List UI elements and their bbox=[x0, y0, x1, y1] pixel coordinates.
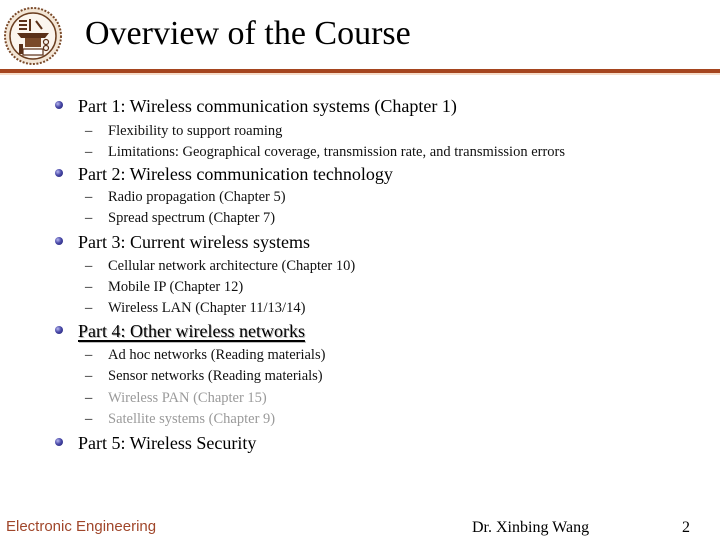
dash-icon: – bbox=[85, 279, 93, 295]
dash-icon: – bbox=[85, 210, 93, 226]
section-heading: Part 5: Wireless Security bbox=[78, 433, 257, 453]
dash-icon: – bbox=[85, 368, 93, 384]
bullet-icon bbox=[55, 438, 63, 446]
dash-icon: – bbox=[85, 123, 93, 139]
university-seal-icon bbox=[4, 7, 62, 65]
dash-icon: – bbox=[85, 390, 93, 406]
section-heading: Part 2: Wireless communication technolog… bbox=[78, 164, 393, 184]
footer-author: Dr. Xinbing Wang bbox=[472, 519, 590, 536]
dash-icon: – bbox=[85, 144, 93, 160]
list-item: Sensor networks (Reading materials) bbox=[108, 368, 323, 384]
title-divider-shadow bbox=[0, 73, 720, 75]
slide-title: Overview of the Course bbox=[85, 15, 411, 52]
section-heading: Part 1: Wireless communication systems (… bbox=[78, 96, 457, 116]
list-item: Cellular network architecture (Chapter 1… bbox=[108, 258, 356, 274]
list-item-dimmed: Satellite systems (Chapter 9) bbox=[108, 411, 276, 427]
dash-icon: – bbox=[85, 189, 93, 205]
section-heading: Part 3: Current wireless systems bbox=[78, 232, 310, 252]
footer-department: Electronic Engineering bbox=[6, 518, 157, 535]
dash-icon: – bbox=[85, 411, 93, 427]
list-item: Mobile IP (Chapter 12) bbox=[108, 279, 244, 295]
list-item-dimmed: Wireless PAN (Chapter 15) bbox=[108, 390, 267, 406]
section-heading-highlighted: Part 4: Other wireless networks bbox=[78, 321, 305, 341]
list-item: Radio propagation (Chapter 5) bbox=[108, 189, 286, 205]
list-item: Ad hoc networks (Reading materials) bbox=[108, 347, 326, 363]
list-item: Flexibility to support roaming bbox=[108, 123, 283, 139]
bullet-icon bbox=[55, 101, 63, 109]
bullet-icon bbox=[55, 237, 63, 245]
list-item: Wireless LAN (Chapter 11/13/14) bbox=[108, 300, 306, 316]
list-item: Limitations: Geographical coverage, tran… bbox=[108, 144, 566, 160]
page-number: 2 bbox=[682, 519, 690, 536]
dash-icon: – bbox=[85, 300, 93, 316]
dash-icon: – bbox=[85, 347, 93, 363]
dash-icon: – bbox=[85, 258, 93, 274]
list-item: Spread spectrum (Chapter 7) bbox=[108, 210, 276, 226]
bullet-icon bbox=[55, 169, 63, 177]
bullet-icon bbox=[55, 326, 63, 334]
